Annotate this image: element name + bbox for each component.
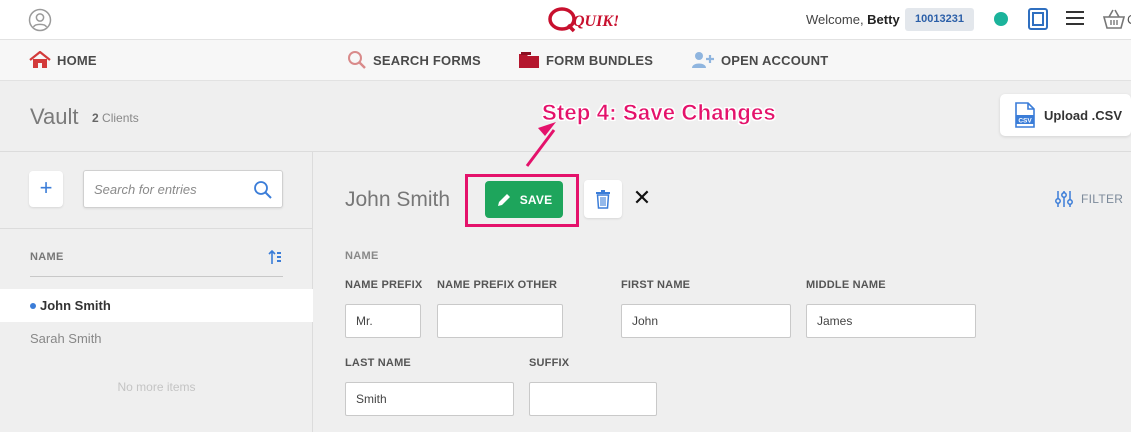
upload-csv-button[interactable]: CSV Upload .CSV (1000, 94, 1131, 136)
name-prefix-other-label: NAME PREFIX OTHER (437, 279, 558, 291)
logo-text: QUIK! (573, 13, 618, 30)
page-title: Vault (30, 104, 79, 129)
nav-home[interactable]: HOME (29, 40, 97, 80)
filter-label: FILTER (1081, 192, 1124, 206)
client-count: 2 Clients (92, 111, 139, 125)
basket-icon[interactable] (1102, 8, 1126, 30)
middle-name-label: MIDDLE NAME (806, 279, 886, 291)
last-name-label: LAST NAME (345, 357, 411, 369)
welcome-prefix: Welcome, (806, 12, 868, 27)
search-input[interactable] (84, 171, 244, 207)
add-user-icon (692, 52, 714, 68)
nav-open-account-label: OPEN ACCOUNT (721, 52, 829, 68)
sidebar-divider (0, 228, 313, 229)
pencil-icon (497, 193, 510, 206)
client-name: John Smith (40, 298, 111, 313)
first-name-label: FIRST NAME (621, 279, 691, 291)
user-profile-icon[interactable] (28, 8, 52, 32)
home-icon (29, 51, 51, 68)
record-detail-panel: John Smith SAVE ✕ FILTER NAME NAME PREFI… (314, 152, 1131, 432)
quik-logo: QUIK! (548, 7, 618, 33)
no-more-items-message: No more items (117, 380, 196, 394)
column-divider (30, 276, 283, 277)
upload-csv-label: Upload .CSV (1044, 107, 1123, 123)
nav-form-bundles-label: FORM BUNDLES (546, 52, 654, 68)
add-client-button[interactable]: + (29, 171, 63, 207)
middle-name-input[interactable] (806, 304, 976, 338)
suffix-label: SUFFIX (529, 357, 570, 369)
nav-form-bundles[interactable]: FORM BUNDLES (518, 40, 653, 80)
client-list-item[interactable]: John Smith (0, 289, 313, 322)
nav-search-forms-label: SEARCH FORMS (373, 52, 481, 68)
nav-open-account[interactable]: OPEN ACCOUNT (691, 40, 828, 80)
basket-label: C (1127, 12, 1131, 27)
delete-button[interactable] (584, 180, 622, 218)
name-prefix-label: NAME PREFIX (345, 279, 423, 291)
trash-icon (596, 190, 610, 209)
hamburger-menu-icon[interactable] (1066, 10, 1084, 26)
sort-ascending-icon[interactable] (267, 249, 283, 265)
client-list-item[interactable]: Sarah Smith (0, 322, 313, 355)
nav-home-label: HOME (57, 52, 97, 68)
save-button-label: SAVE (519, 192, 553, 207)
save-button[interactable]: SAVE (485, 181, 563, 218)
suffix-input[interactable] (529, 382, 657, 416)
online-status-dot (994, 12, 1008, 26)
user-name: Betty (867, 12, 900, 27)
csv-file-icon: CSV (1015, 102, 1035, 128)
frame-icon[interactable] (1028, 8, 1048, 30)
step-annotation: Step 4: Save Changes (542, 100, 776, 126)
first-name-input[interactable] (621, 304, 791, 338)
selected-indicator-dot (30, 302, 36, 309)
top-bar: QUIK! Welcome, Betty 10013231 C (0, 0, 1131, 40)
sliders-icon (1055, 191, 1073, 207)
svg-text:CSV: CSV (1018, 118, 1032, 125)
client-list-sidebar: + NAME John Smith Sarah Smith No more it… (0, 152, 313, 432)
folder-icon (519, 52, 539, 68)
client-count-number: 2 (92, 111, 99, 125)
record-title: John Smith (345, 188, 451, 211)
name-prefix-other-input[interactable] (437, 304, 563, 338)
search-field (83, 170, 283, 208)
filter-button[interactable]: FILTER (1055, 190, 1123, 208)
last-name-input[interactable] (345, 382, 514, 416)
client-name: Sarah Smith (30, 331, 102, 346)
search-icon (348, 51, 366, 69)
welcome-message: Welcome, Betty (806, 12, 900, 27)
close-icon[interactable]: ✕ (632, 186, 652, 210)
name-section-heading: NAME (345, 250, 379, 262)
account-number-badge[interactable]: 10013231 (905, 8, 974, 31)
name-prefix-input[interactable] (345, 304, 421, 338)
main-nav: HOME SEARCH FORMS FORM BUNDLES OPEN ACCO… (0, 40, 1131, 81)
nav-search-forms[interactable]: SEARCH FORMS (347, 40, 481, 80)
client-count-label: Clients (98, 111, 139, 125)
search-icon[interactable] (253, 180, 273, 200)
name-column-header[interactable]: NAME (30, 251, 64, 263)
